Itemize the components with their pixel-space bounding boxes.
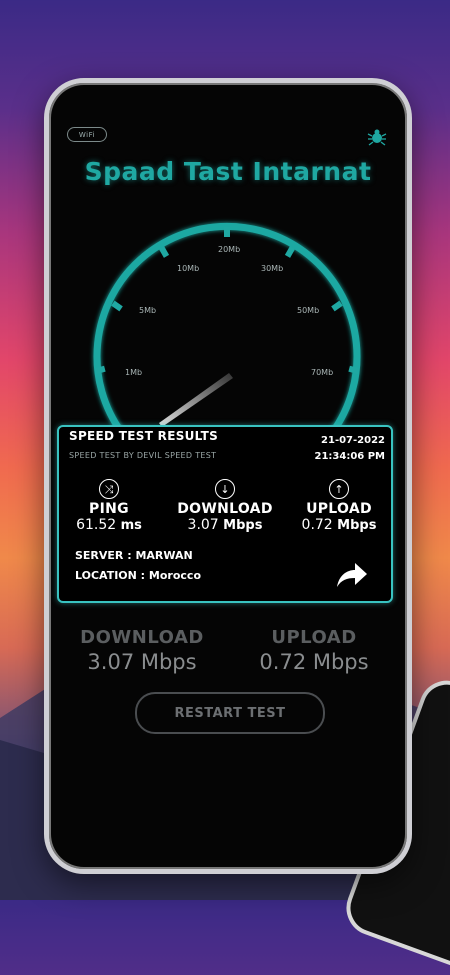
summary-download-value: 3.07 Mbps bbox=[87, 650, 197, 674]
ping-icon: ⤨ bbox=[99, 479, 119, 499]
summary-upload: UPLOAD 0.72 Mbps bbox=[229, 627, 399, 674]
summary-download: DOWNLOAD 3.07 Mbps bbox=[57, 627, 227, 674]
download-unit: Mbps bbox=[223, 518, 263, 533]
results-time: 21:34:06 PM bbox=[314, 451, 385, 462]
location-info: LOCATION : Morocco bbox=[75, 569, 201, 582]
gauge-label-5mb: 5Mb bbox=[139, 306, 156, 315]
upload-metric: ↑ UPLOAD 0.72 Mbps bbox=[289, 479, 389, 533]
upload-label: UPLOAD bbox=[306, 501, 372, 517]
server-info: SERVER : MARWAN bbox=[75, 549, 193, 562]
ping-metric: ⤨ PING 61.52 ms bbox=[59, 479, 159, 533]
download-icon: ↓ bbox=[215, 479, 235, 499]
ping-unit: ms bbox=[120, 518, 142, 533]
speed-gauge: 1Mb 5Mb 10Mb 20Mb 30Mb 50Mb 70Mb bbox=[93, 222, 361, 437]
upload-unit: Mbps bbox=[337, 518, 377, 533]
gauge-label-50mb: 50Mb bbox=[297, 306, 319, 315]
bug-icon[interactable] bbox=[367, 127, 387, 147]
upload-number: 0.72 bbox=[301, 517, 333, 533]
wifi-status-badge: WiFi bbox=[67, 127, 107, 142]
ping-label: PING bbox=[89, 501, 129, 517]
app-title: Spaad Tast Intarnat bbox=[84, 157, 372, 186]
upload-icon: ↑ bbox=[329, 479, 349, 499]
ping-number: 61.52 bbox=[76, 517, 117, 533]
gauge-needle bbox=[159, 373, 233, 427]
results-subtitle: SPEED TEST BY DEVIL SPEED TEST bbox=[69, 451, 217, 460]
share-icon[interactable] bbox=[335, 561, 369, 589]
summary-upload-value: 0.72 Mbps bbox=[259, 650, 369, 674]
download-label: DOWNLOAD bbox=[177, 501, 273, 517]
gauge-label-10mb: 10Mb bbox=[177, 264, 199, 273]
gauge-arc bbox=[93, 222, 361, 437]
gauge-label-1mb: 1Mb bbox=[125, 368, 142, 377]
ping-value: 61.52 ms bbox=[59, 517, 159, 533]
download-number: 3.07 bbox=[187, 517, 219, 533]
results-card: SPEED TEST RESULTS SPEED TEST BY DEVIL S… bbox=[57, 425, 393, 603]
download-value: 3.07 Mbps bbox=[175, 517, 275, 533]
gauge-label-70mb: 70Mb bbox=[311, 368, 333, 377]
download-metric: ↓ DOWNLOAD 3.07 Mbps bbox=[175, 479, 275, 533]
results-date: 21-07-2022 bbox=[321, 435, 385, 446]
restart-test-button[interactable]: RESTART TEST bbox=[135, 692, 325, 734]
gauge-label-20mb: 20Mb bbox=[218, 245, 240, 254]
summary-download-label: DOWNLOAD bbox=[80, 627, 204, 648]
upload-value: 0.72 Mbps bbox=[289, 517, 389, 533]
summary-upload-label: UPLOAD bbox=[271, 627, 357, 648]
phone-screen: WiFi Spaad Tast Intarnat 1Mb 5Mb 10Mb 20… bbox=[44, 78, 412, 874]
gauge-label-30mb: 30Mb bbox=[261, 264, 283, 273]
results-title: SPEED TEST RESULTS bbox=[69, 429, 219, 443]
